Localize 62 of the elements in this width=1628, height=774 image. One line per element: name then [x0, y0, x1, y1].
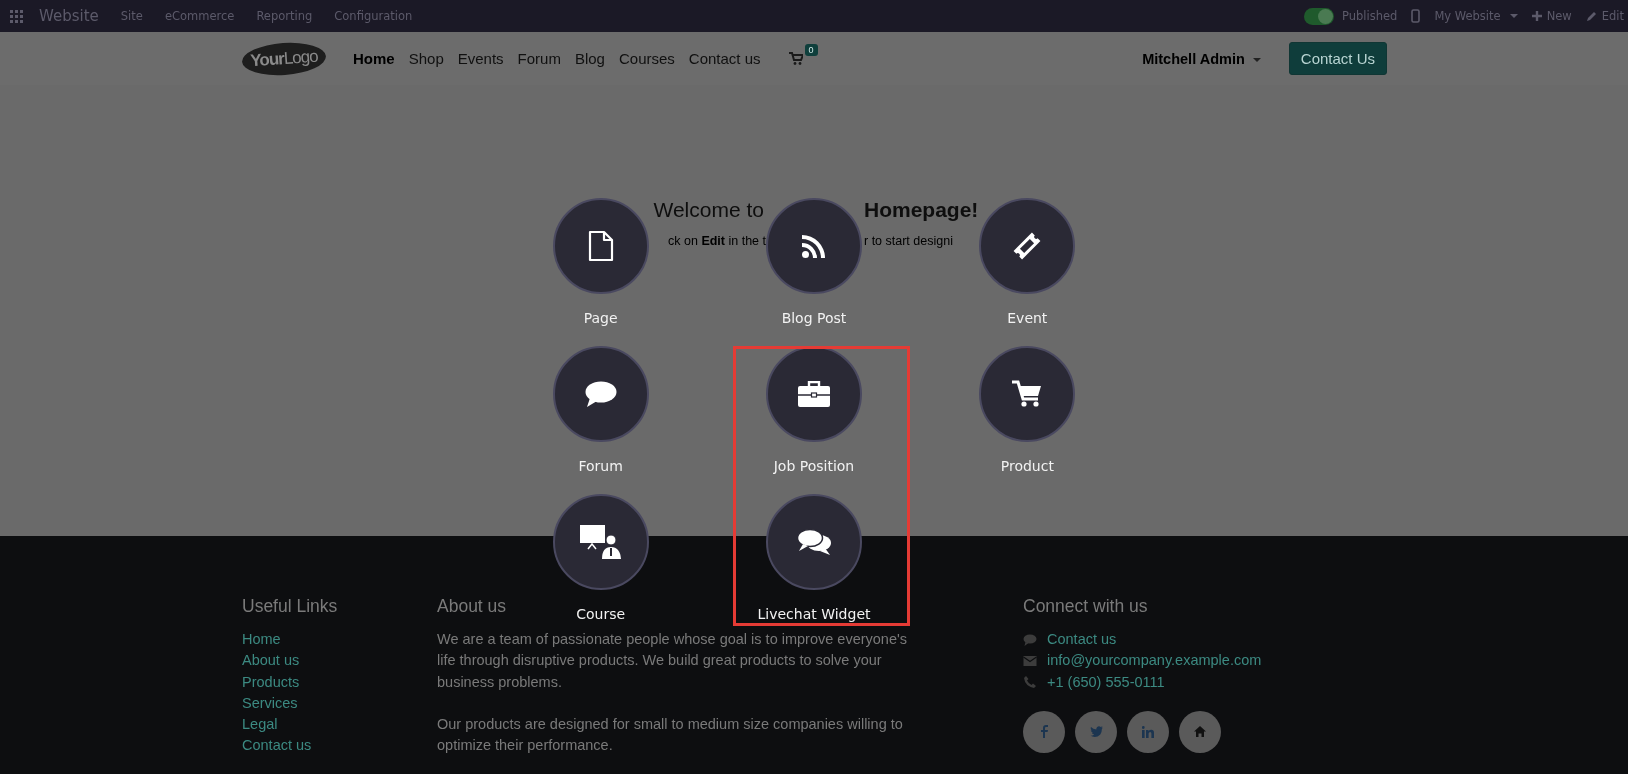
contact-link[interactable]: info@yourcompany.example.com [1047, 650, 1262, 672]
rss-icon [802, 234, 826, 258]
footer-heading: Connect with us [1023, 596, 1148, 617]
social-button[interactable] [1127, 710, 1169, 753]
footer-link[interactable]: Contact us [242, 735, 312, 757]
linkedin-icon [1142, 725, 1154, 738]
cart-icon[interactable] [788, 52, 803, 65]
nav-link[interactable]: Blog [574, 50, 605, 67]
bird-icon [1089, 726, 1103, 738]
contact-link[interactable]: +1 (650) 555-0111 [1047, 671, 1165, 693]
envelope-icon [1023, 655, 1037, 666]
briefcase-icon [798, 381, 830, 407]
edit-button[interactable]: Edit [1585, 9, 1624, 23]
contact-us-button[interactable]: Contact Us [1288, 42, 1387, 75]
nav-link[interactable]: Shop [408, 50, 444, 67]
nav-link[interactable]: Home [353, 50, 395, 67]
top-menu-item[interactable]: Configuration [334, 9, 413, 23]
social-button[interactable] [1179, 710, 1221, 753]
home-icon [1194, 726, 1206, 738]
welcome-heading: Welcome to [653, 198, 764, 222]
mobile-icon[interactable] [1411, 9, 1421, 23]
nav-link[interactable]: Contact us [688, 50, 761, 67]
nav-link[interactable]: Events [457, 50, 504, 67]
nav-link[interactable]: Forum [517, 50, 561, 67]
apps-grid-icon[interactable] [10, 9, 23, 23]
top-menu-item[interactable]: eCommerce [164, 9, 235, 23]
pencil-icon [1585, 10, 1597, 22]
nav-link[interactable]: Courses [618, 50, 675, 67]
shopping-cart-icon [1012, 380, 1043, 408]
footer-link[interactable]: Home [242, 629, 281, 651]
top-menu-item[interactable]: Site [120, 9, 143, 23]
published-label: Published [1342, 9, 1398, 23]
about-paragraph: We are a team of passionate people whose goal is to improve everyone's life through disruptive products. We build great products to solve your business problems. [437, 630, 907, 692]
footer-heading: About us [437, 596, 507, 617]
presenter-at-board-icon [579, 525, 622, 559]
plus-icon [1531, 11, 1542, 21]
welcome-subtitle: r to start designi [864, 234, 953, 248]
contact-link[interactable]: Contact us [1047, 629, 1117, 651]
social-button[interactable] [1023, 710, 1065, 753]
social-button[interactable] [1075, 710, 1117, 753]
phone-icon [1023, 676, 1037, 689]
welcome-subtitle: ck on Edit in the t [668, 234, 766, 248]
footer-heading: Useful Links [242, 596, 338, 617]
chat-bubbles-icon [797, 528, 831, 556]
speech-bubble-icon [584, 381, 617, 407]
user-menu[interactable]: Mitchell Admin [1142, 50, 1261, 67]
website-switcher[interactable]: My Website [1434, 9, 1518, 23]
footer-link[interactable]: Products [242, 671, 300, 693]
cart-count-badge: 0 [804, 44, 818, 56]
top-menu-item[interactable]: Reporting [256, 9, 313, 23]
about-paragraph: Our products are designed for small to medium size companies willing to optimize their performance. [437, 714, 904, 756]
welcome-heading: Homepage! [864, 198, 979, 222]
footer-link[interactable]: Services [242, 692, 298, 715]
facebook-icon [1040, 725, 1048, 739]
published-toggle[interactable] [1304, 7, 1334, 25]
footer-link[interactable]: About us [242, 650, 300, 672]
app-name[interactable]: Website [39, 7, 99, 25]
new-button[interactable]: New [1531, 9, 1572, 23]
speech-bubble-icon [1023, 633, 1037, 646]
document-icon [587, 230, 614, 262]
ticket-icon [1012, 231, 1043, 261]
footer-link[interactable]: Legal [242, 714, 278, 736]
